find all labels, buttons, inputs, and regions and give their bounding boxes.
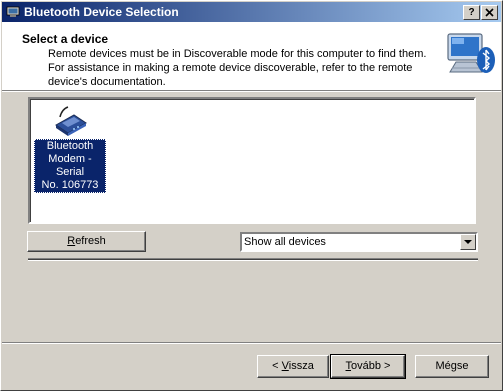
next-button[interactable]: Tovább > [330,354,406,379]
cancel-button[interactable]: Mégse [415,355,489,378]
refresh-label: efresh [75,235,106,247]
dropdown-arrow-button[interactable] [460,234,476,250]
device-item-bluetooth-modem[interactable]: Bluetooth Modem - Serial No. 106773 [32,101,110,193]
back-mnemonic: V [281,360,289,372]
device-filter-select[interactable]: Show all devices [240,232,478,252]
device-label-line-3: No. 106773 [41,179,99,191]
device-list[interactable]: Bluetooth Modem - Serial No. 106773 [28,97,476,224]
close-icon [485,8,494,17]
next-label: ovább > [351,360,391,372]
bluetooth-computer-icon [447,33,495,73]
close-title-button[interactable] [481,5,498,20]
device-label: Bluetooth Modem - Serial No. 106773 [34,139,106,193]
device-label-line-1: Bluetooth [46,140,94,152]
wizard-header: Select a device Remote devices must be i… [2,22,501,90]
footer-divider-highlight [2,343,501,344]
back-button[interactable]: < Vissza [257,355,329,378]
refresh-button[interactable]: Refresh [27,231,146,252]
window-title: Bluetooth Device Selection [24,5,179,19]
refresh-mnemonic: R [67,235,76,247]
modem-icon [55,106,87,136]
help-title-button[interactable]: ? [463,5,480,20]
device-filter-value: Show all devices [244,236,326,248]
back-prefix: < [272,360,282,372]
back-label: issza [288,360,314,372]
device-label-line-2: Modem - Serial [48,153,92,178]
header-divider-highlight [2,91,501,92]
bluetooth-device-selection-dialog: Bluetooth Device Selection ? Select a de… [0,0,503,391]
page-title: Select a device [22,32,109,46]
title-bar[interactable]: Bluetooth Device Selection ? [2,2,501,22]
chevron-down-icon [464,240,472,244]
bluetooth-app-icon [6,6,20,17]
content-divider-highlight [28,260,478,261]
page-description: Remote devices must be in Discoverable m… [48,48,427,88]
